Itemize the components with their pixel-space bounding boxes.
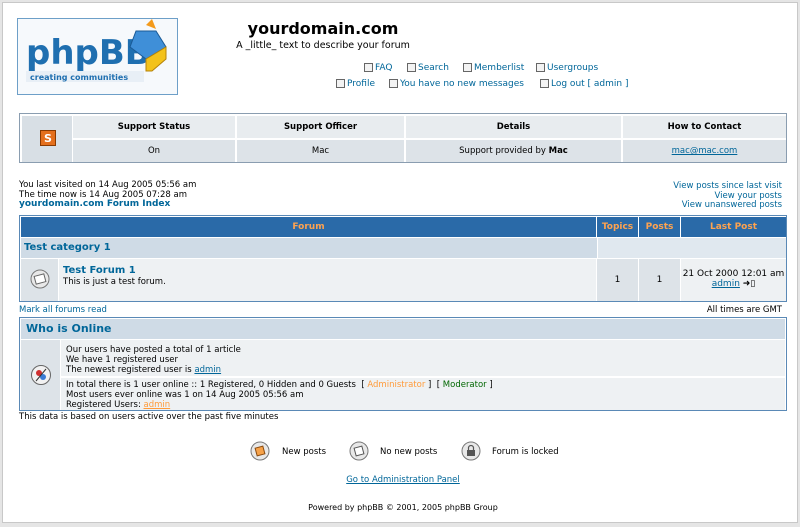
memberlist-icon [463,63,472,72]
nav-search-label: Search [418,63,449,73]
moderator-legend: Moderator [442,380,487,390]
support-status-table: S Support Status Support Officer Details… [19,113,787,163]
category-row: Test category 1 [21,238,597,258]
newest-user-link[interactable]: admin [194,365,221,375]
forum-icon-cell [21,259,59,301]
support-contact-value: mac@mac.com [623,140,786,162]
last-post-column-header: Last Post [681,217,786,237]
forum-table: Forum Topics Posts Last Post Test catego… [19,215,787,302]
logo-text: phpBB [26,33,151,73]
forum-index-link[interactable]: yourdomain.com Forum Index [19,199,170,209]
data-note-text: This data is based on users active over … [19,412,279,422]
who-is-online-title: Who is Online [21,319,785,339]
support-icon-cell: S [22,116,72,162]
who-is-online-body: Our users have posted a total of 1 artic… [61,340,785,410]
support-contact-email[interactable]: mac@mac.com [672,146,738,156]
support-details-prefix: Support provided by [459,146,549,156]
no-new-posts-icon [349,441,369,461]
view-unanswered-link[interactable]: View unanswered posts [682,200,782,210]
support-officer-value: Mac [237,140,405,162]
who-is-online-link[interactable]: Who is Online [26,322,112,335]
nav-logout[interactable]: Log out [ admin ] [540,79,628,89]
last-post-user-link[interactable]: admin [712,279,740,289]
nav-usergroups[interactable]: Usergroups [536,63,598,73]
nav-memberlist-label: Memberlist [474,63,525,73]
forum-folder-icon [30,269,50,289]
posts-column-header: Posts [639,217,681,237]
logout-icon [540,79,549,88]
forum-name-link[interactable]: Test Forum 1 [63,265,136,276]
search-icon [407,63,416,72]
users-online-prefix: In total there is 1 user online :: 1 Reg… [66,380,356,390]
category-row-spacer [598,238,786,258]
most-users-text: Most users ever online was 1 on 14 Aug 2… [66,390,304,400]
view-since-last-visit-link[interactable]: View posts since last visit [673,181,782,191]
site-title: yourdomain.com [247,19,399,38]
usergroups-icon [536,63,545,72]
registered-users-text: We have 1 registered user [66,355,178,365]
forum-description: This is just a test forum. [63,277,166,287]
forum-locked-label: Forum is locked [492,447,559,457]
no-new-posts-label: No new posts [380,447,438,457]
support-details-header: Details [406,116,622,138]
admin-panel-link[interactable]: Go to Administration Panel [346,475,460,485]
mark-forums-read-link[interactable]: Mark all forums read [19,305,107,315]
support-s-icon: S [40,130,56,146]
users-online-text: In total there is 1 user online :: 1 Reg… [66,380,493,390]
faq-icon [364,63,373,72]
topics-column-header: Topics [597,217,639,237]
support-contact-header: How to Contact [623,116,786,138]
administrator-legend: Administrator [367,380,426,390]
nav-logout-label: Log out [ admin ] [551,79,629,89]
forum-locked-icon [461,441,481,461]
registered-users-prefix: Registered Users: [66,400,144,410]
message-icon [389,79,398,88]
nav-faq-label: FAQ [375,63,393,73]
admin-panel-row: Go to Administration Panel [3,475,800,485]
footer-text: Powered by phpBB © 2001, 2005 phpBB Grou… [308,503,498,512]
last-visit-text: You last visited on 14 Aug 2005 05:56 am [19,180,197,190]
new-posts-icon [250,441,270,461]
support-status-header: Support Status [73,116,236,138]
who-is-online-icon [31,365,51,385]
nav-memberlist[interactable]: Memberlist [463,63,524,73]
support-details-value: Support provided by Mac [406,140,622,162]
timezone-text: All times are GMT [706,305,782,315]
forum-topics-count: 1 [597,259,639,301]
forum-posts-count: 1 [639,259,681,301]
nav-search[interactable]: Search [407,63,449,73]
nav-messages-label: You have no new messages [400,79,524,89]
who-is-online-panel: Who is Online Our users have posted a to… [19,317,787,411]
nav-messages[interactable]: You have no new messages [389,79,524,89]
newest-user-text: The newest registered user is admin [66,365,221,375]
support-officer-header: Support Officer [237,116,405,138]
forum-last-post-cell: 21 Oct 2000 12:01 am admin ➜▯ [681,259,786,301]
view-latest-post-icon[interactable]: ➜▯ [743,279,756,289]
profile-icon [336,79,345,88]
category-link[interactable]: Test category 1 [24,242,111,253]
support-details-name: Mac [548,146,568,156]
newest-user-prefix: The newest registered user is [66,365,195,375]
page: phpBB creating communities yourdomain.co… [2,2,798,523]
new-posts-label: New posts [282,447,327,457]
online-admin-link[interactable]: admin [144,400,171,410]
logo-tagline: creating communities [30,73,128,82]
registered-users-list: Registered Users: admin [66,400,170,410]
site-description: A _little_ text to describe your forum [236,40,410,51]
who-icon-cell [21,340,60,410]
last-post-date: 21 Oct 2000 12:01 am [682,269,785,279]
forum-row: Test Forum 1 This is just a test forum. [59,259,597,301]
support-status-value: On [73,140,236,162]
who-divider [61,376,785,378]
nav-profile[interactable]: Profile [336,79,375,89]
total-posts-text: Our users have posted a total of 1 artic… [66,345,241,355]
nav-profile-label: Profile [347,79,375,89]
nav-faq[interactable]: FAQ [364,63,392,73]
nav-usergroups-label: Usergroups [547,63,599,73]
forum-column-header: Forum [21,217,597,237]
